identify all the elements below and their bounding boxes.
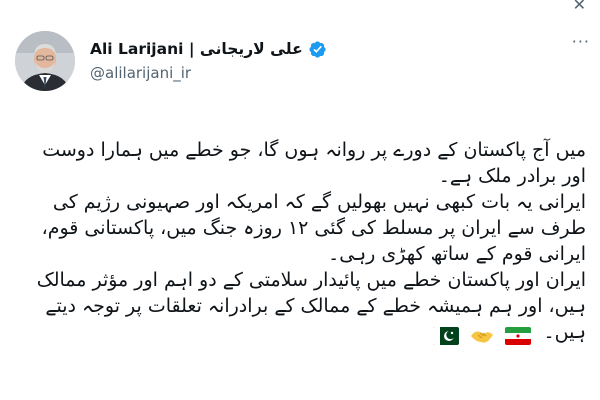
flag-iran-icon (505, 326, 532, 345)
tweet-text: میں آج پاکستان کے دورے پر روانہ ہوں گا، … (36, 139, 586, 343)
user-handle[interactable]: @alilarijani_ir (90, 64, 191, 82)
avatar[interactable] (15, 31, 75, 91)
emoji-group (431, 322, 533, 348)
close-icon[interactable]: ✕ (573, 0, 586, 13)
flag-pakistan-icon (433, 326, 460, 345)
more-options-icon[interactable]: ··· (572, 34, 590, 50)
author-name-row[interactable]: Ali Larijani | علی لاریجانی (90, 38, 327, 60)
profile-photo (15, 31, 75, 91)
top-bar: ✕ (0, 0, 600, 14)
display-name[interactable]: Ali Larijani | علی لاریجانی (90, 40, 303, 58)
handshake-icon (471, 331, 494, 343)
verified-badge-icon (309, 40, 326, 58)
tweet-body: میں آج پاکستان کے دورے پر روانہ ہوں گا، … (30, 137, 586, 348)
